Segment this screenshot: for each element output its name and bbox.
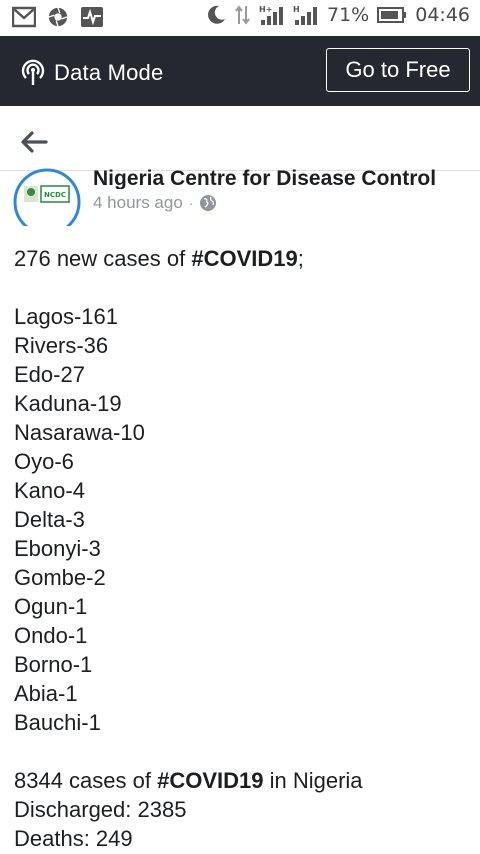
status-bar: H+ H 71% 04:46 [0, 0, 480, 36]
case-line: Abia-1 [14, 681, 78, 706]
case-line: Edo-27 [14, 362, 85, 387]
data-mode-bar: Data Mode Go to Free [0, 36, 480, 106]
globe-icon [199, 194, 217, 212]
clock-time: 04:46 [415, 4, 470, 26]
signal-h-plus-icon: H+ [259, 4, 285, 26]
post-time[interactable]: 4 hours ago [93, 193, 183, 213]
case-line: Borno-1 [14, 652, 93, 677]
post-intro: 276 new cases of #COVID19; [14, 244, 474, 273]
svg-text:H+: H+ [259, 5, 272, 14]
total-cases-line: 8344 cases of #COVID19 in Nigeria [14, 766, 474, 795]
post-meta: 4 hours ago · [93, 193, 217, 213]
case-line: Nasarawa-10 [14, 420, 145, 445]
svg-text:H: H [293, 5, 300, 14]
case-line: Delta-3 [14, 507, 85, 532]
post-body: 276 new cases of #COVID19; Lagos-161 Riv… [14, 244, 474, 853]
shutter-icon [46, 6, 70, 28]
case-line: Rivers-36 [14, 333, 109, 358]
avatar-logo-text: NCDC [44, 191, 66, 199]
avatar[interactable]: NCDC [12, 168, 82, 226]
case-line: Bauchi-1 [14, 710, 101, 735]
case-line: Kano-4 [14, 478, 85, 503]
moon-icon [205, 4, 227, 26]
go-to-free-button[interactable]: Go to Free [326, 48, 470, 92]
case-line: Oyo-6 [14, 449, 74, 474]
back-arrow-icon[interactable] [20, 130, 48, 154]
case-line: Lagos-161 [14, 304, 118, 329]
battery-percent: 71% [327, 4, 370, 26]
data-mode-label: Data Mode [54, 60, 164, 85]
case-line: Ondo-1 [14, 623, 88, 648]
pulse-icon [80, 6, 104, 28]
deaths-line: Deaths: 249 [14, 826, 133, 851]
signal-h-icon: H [293, 4, 319, 26]
meta-separator: · [188, 195, 194, 211]
case-line: Ebonyi-3 [14, 536, 101, 561]
data-transfer-icon [235, 4, 251, 26]
page-name[interactable]: Nigeria Centre for Disease Control [93, 165, 473, 189]
case-line: Kaduna-19 [14, 391, 122, 416]
hashtag-covid19[interactable]: #COVID19 [191, 246, 297, 271]
total-suffix: in Nigeria [263, 768, 363, 793]
hashtag-covid19-total[interactable]: #COVID19 [157, 768, 263, 793]
total-text: 8344 cases of [14, 768, 158, 793]
case-line: Gombe-2 [14, 565, 106, 590]
gmail-icon [11, 6, 37, 28]
battery-icon [377, 6, 407, 24]
intro-suffix: ; [297, 246, 304, 271]
intro-text: 276 new cases of [14, 246, 192, 271]
broadcast-icon [20, 58, 46, 86]
discharged-line: Discharged: 2385 [14, 797, 187, 822]
case-line: Ogun-1 [14, 594, 88, 619]
